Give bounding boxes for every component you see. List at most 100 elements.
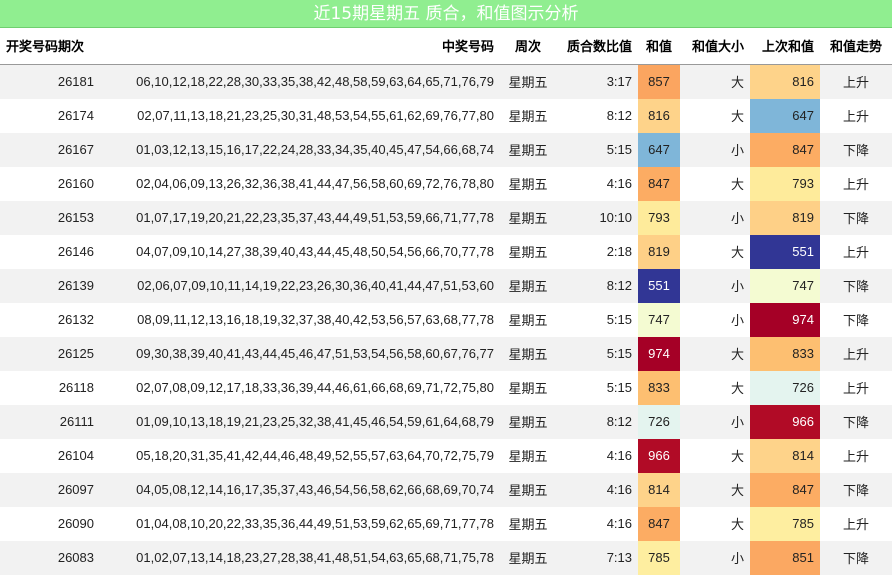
analysis-table: 开奖号码期次 中奖号码 周次 质合数比值 和值 和值大小 上次和值 和值走势 2… <box>0 28 892 575</box>
header-draw-id[interactable]: 开奖号码期次 <box>0 28 100 65</box>
header-weekday[interactable]: 周次 <box>500 28 556 65</box>
draw-id-cell: 26097 <box>0 472 100 507</box>
winning-numbers-cell: 02,07,08,09,12,17,18,33,36,39,44,46,61,6… <box>100 370 500 405</box>
trend-cell: 下降 <box>820 268 892 303</box>
sum-size-cell: 小 <box>680 200 750 235</box>
sum-cell: 857 <box>638 64 680 99</box>
sum-cell: 814 <box>638 472 680 507</box>
weekday-cell: 星期五 <box>500 234 556 269</box>
trend-cell: 上升 <box>820 370 892 405</box>
table-row: 26167 01,03,12,13,15,16,17,22,24,28,33,34… <box>0 132 892 167</box>
ratio-cell: 10:10 <box>556 200 638 235</box>
trend-cell: 上升 <box>820 98 892 133</box>
sum-cell: 726 <box>638 404 680 439</box>
weekday-cell: 星期五 <box>500 540 556 575</box>
weekday-cell: 星期五 <box>500 98 556 133</box>
sum-size-cell: 大 <box>680 370 750 405</box>
winning-numbers-cell: 02,06,07,09,10,11,14,19,22,23,26,30,36,4… <box>100 268 500 303</box>
previous-sum-cell: 793 <box>750 166 820 201</box>
trend-cell: 上升 <box>820 64 892 99</box>
previous-sum-cell: 551 <box>750 234 820 269</box>
ratio-cell: 4:16 <box>556 438 638 473</box>
winning-numbers-cell: 01,02,07,13,14,18,23,27,28,38,41,48,51,5… <box>100 540 500 575</box>
sum-cell: 847 <box>638 166 680 201</box>
sum-size-cell: 小 <box>680 404 750 439</box>
weekday-cell: 星期五 <box>500 268 556 303</box>
sum-size-cell: 大 <box>680 98 750 133</box>
winning-numbers-cell: 01,04,08,10,20,22,33,35,36,44,49,51,53,5… <box>100 506 500 541</box>
sum-cell: 816 <box>638 98 680 133</box>
previous-sum-cell: 816 <box>750 64 820 99</box>
trend-cell: 上升 <box>820 506 892 541</box>
draw-id-cell: 26167 <box>0 132 100 167</box>
previous-sum-cell: 847 <box>750 472 820 507</box>
sum-size-cell: 小 <box>680 132 750 167</box>
table-row: 26174 02,07,11,13,18,21,23,25,30,31,48,53… <box>0 98 892 133</box>
table-row: 26132 08,09,11,12,13,16,18,19,32,37,38,40… <box>0 302 892 337</box>
sum-cell: 974 <box>638 336 680 371</box>
header-sum-size[interactable]: 和值大小 <box>680 28 750 65</box>
header-winning-numbers[interactable]: 中奖号码 <box>100 28 500 65</box>
previous-sum-cell: 726 <box>750 370 820 405</box>
table-row: 26153 01,07,17,19,20,21,22,23,35,37,43,44… <box>0 200 892 235</box>
draw-id-cell: 26090 <box>0 506 100 541</box>
table-row: 26097 04,05,08,12,14,16,17,35,37,43,46,54… <box>0 472 892 507</box>
table-row: 26125 09,30,38,39,40,41,43,44,45,46,47,51… <box>0 336 892 371</box>
previous-sum-cell: 647 <box>750 98 820 133</box>
sum-size-cell: 大 <box>680 234 750 269</box>
draw-id-cell: 26083 <box>0 540 100 575</box>
trend-cell: 下降 <box>820 132 892 167</box>
sum-size-cell: 大 <box>680 506 750 541</box>
draw-id-cell: 26111 <box>0 404 100 439</box>
previous-sum-cell: 851 <box>750 540 820 575</box>
draw-id-cell: 26104 <box>0 438 100 473</box>
weekday-cell: 星期五 <box>500 370 556 405</box>
draw-id-cell: 26125 <box>0 336 100 371</box>
page-title: 近15期星期五 质合，和值图示分析 <box>0 0 892 28</box>
sum-cell: 819 <box>638 234 680 269</box>
sum-size-cell: 小 <box>680 268 750 303</box>
previous-sum-cell: 966 <box>750 404 820 439</box>
table-row: 26083 01,02,07,13,14,18,23,27,28,38,41,48… <box>0 540 892 575</box>
sum-cell: 785 <box>638 540 680 575</box>
trend-cell: 下降 <box>820 540 892 575</box>
table-row: 26111 01,09,10,13,18,19,21,23,25,32,38,41… <box>0 404 892 439</box>
weekday-cell: 星期五 <box>500 438 556 473</box>
header-previous-sum[interactable]: 上次和值 <box>750 28 820 65</box>
ratio-cell: 7:13 <box>556 540 638 575</box>
trend-cell: 下降 <box>820 404 892 439</box>
winning-numbers-cell: 01,03,12,13,15,16,17,22,24,28,33,34,35,4… <box>100 132 500 167</box>
weekday-cell: 星期五 <box>500 336 556 371</box>
trend-cell: 下降 <box>820 472 892 507</box>
winning-numbers-cell: 01,09,10,13,18,19,21,23,25,32,38,41,45,4… <box>100 404 500 439</box>
weekday-cell: 星期五 <box>500 132 556 167</box>
previous-sum-cell: 847 <box>750 132 820 167</box>
header-prime-composite-ratio[interactable]: 质合数比值 <box>556 28 638 65</box>
table-row: 26104 05,18,20,31,35,41,42,44,46,48,49,52… <box>0 438 892 473</box>
trend-cell: 下降 <box>820 200 892 235</box>
ratio-cell: 8:12 <box>556 98 638 133</box>
sum-size-cell: 小 <box>680 302 750 337</box>
draw-id-cell: 26160 <box>0 166 100 201</box>
header-sum[interactable]: 和值 <box>638 28 680 65</box>
table-row: 26090 01,04,08,10,20,22,33,35,36,44,49,51… <box>0 506 892 541</box>
ratio-cell: 2:18 <box>556 234 638 269</box>
previous-sum-cell: 785 <box>750 506 820 541</box>
sum-cell: 551 <box>638 268 680 303</box>
header-sum-trend[interactable]: 和值走势 <box>820 28 892 65</box>
previous-sum-cell: 974 <box>750 302 820 337</box>
draw-id-cell: 26146 <box>0 234 100 269</box>
sum-cell: 847 <box>638 506 680 541</box>
winning-numbers-cell: 05,18,20,31,35,41,42,44,46,48,49,52,55,5… <box>100 438 500 473</box>
trend-cell: 上升 <box>820 234 892 269</box>
weekday-cell: 星期五 <box>500 472 556 507</box>
table-row: 26146 04,07,09,10,14,27,38,39,40,43,44,45… <box>0 234 892 269</box>
trend-cell: 下降 <box>820 302 892 337</box>
winning-numbers-cell: 04,07,09,10,14,27,38,39,40,43,44,45,48,5… <box>100 234 500 269</box>
draw-id-cell: 26153 <box>0 200 100 235</box>
sum-cell: 793 <box>638 200 680 235</box>
trend-cell: 上升 <box>820 438 892 473</box>
sum-cell: 647 <box>638 132 680 167</box>
sum-cell: 747 <box>638 302 680 337</box>
weekday-cell: 星期五 <box>500 506 556 541</box>
